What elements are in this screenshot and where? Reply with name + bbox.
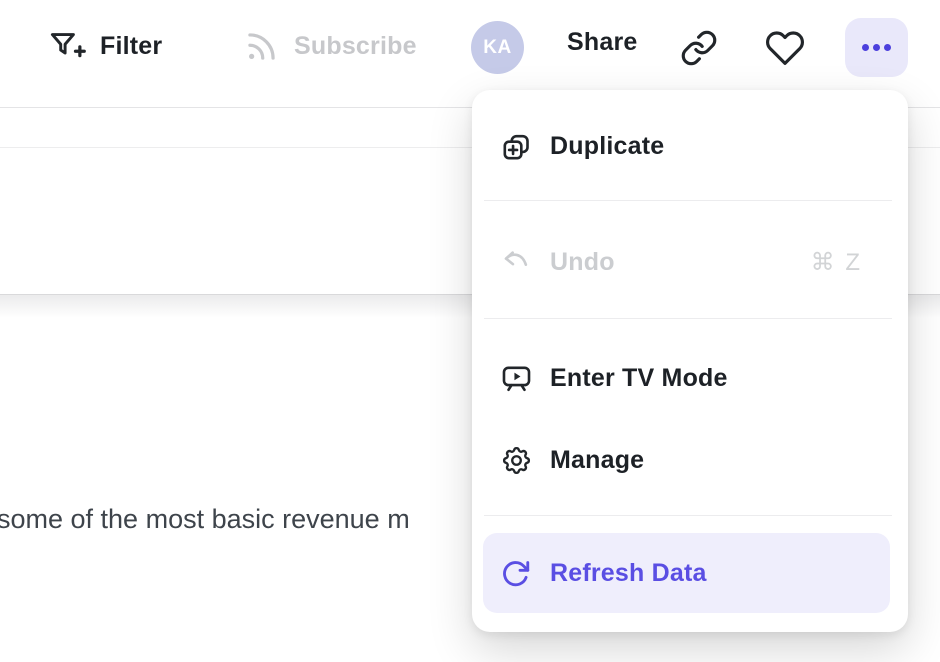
screen: some of the most basic revenue m Filter … [0, 0, 940, 662]
duplicate-icon [500, 130, 533, 163]
link-icon [680, 29, 718, 67]
menu-item-manage[interactable]: Manage [472, 420, 908, 500]
ellipsis-icon [862, 44, 869, 51]
menu-item-label: Undo [550, 248, 615, 277]
menu-divider [484, 318, 892, 319]
menu-item-label: Refresh Data [550, 559, 707, 588]
more-options-button[interactable] [845, 18, 908, 77]
copy-link-button[interactable] [680, 29, 718, 67]
heart-icon [765, 28, 805, 68]
tv-play-icon [500, 362, 533, 395]
filter-label: Filter [100, 32, 162, 61]
share-label: Share [567, 28, 637, 57]
menu-divider [484, 515, 892, 516]
subscribe-button[interactable]: Subscribe [243, 28, 417, 65]
menu-item-duplicate[interactable]: Duplicate [472, 106, 908, 186]
undo-icon [500, 246, 533, 279]
menu-item-label: Enter TV Mode [550, 364, 728, 393]
menu-divider [484, 200, 892, 201]
menu-item-undo[interactable]: Undo ⌘ Z [472, 222, 908, 302]
filter-button[interactable]: Filter [48, 28, 162, 64]
share-button[interactable]: Share [567, 28, 637, 57]
menu-item-label: Manage [550, 446, 644, 475]
favorite-button[interactable] [765, 28, 805, 68]
avatar[interactable]: KA [471, 21, 524, 74]
gear-icon [500, 444, 533, 477]
subscribe-label: Subscribe [294, 32, 417, 61]
filter-plus-icon [48, 28, 86, 64]
menu-item-label: Duplicate [550, 132, 664, 161]
more-options-menu: Duplicate Undo ⌘ Z Enter TV Mode [472, 90, 908, 632]
refresh-icon [500, 558, 531, 589]
undo-shortcut: ⌘ Z [811, 248, 862, 277]
menu-item-enter-tv-mode[interactable]: Enter TV Mode [472, 338, 908, 418]
menu-item-refresh-data[interactable]: Refresh Data [483, 533, 890, 613]
avatar-initials: KA [483, 37, 511, 59]
rss-icon [243, 28, 280, 65]
